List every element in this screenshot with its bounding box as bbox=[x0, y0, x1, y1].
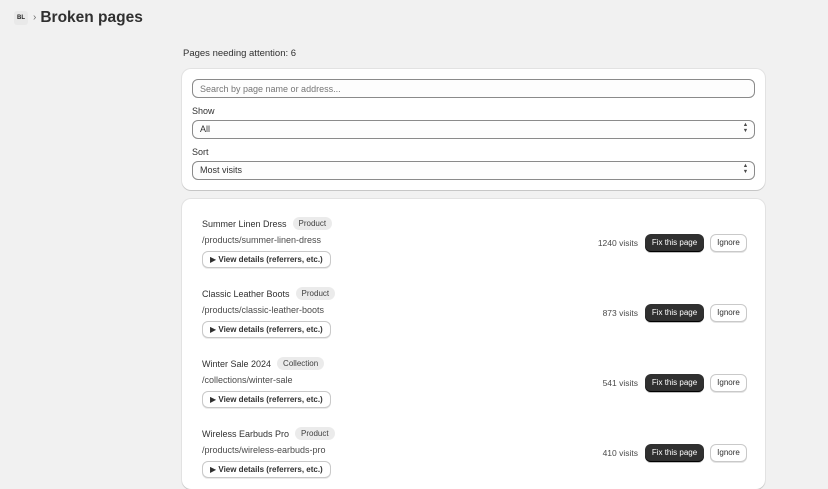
page-name: Wireless Earbuds Pro bbox=[202, 428, 290, 439]
show-select-value: All bbox=[200, 124, 211, 134]
page-name: Classic Leather Boots bbox=[202, 288, 290, 299]
sort-select-value: Most visits bbox=[200, 165, 243, 175]
list-item: Classic Leather Boots Product /products/… bbox=[202, 269, 747, 339]
view-details-button[interactable]: ▶ View details (referrers, etc.) bbox=[202, 321, 331, 338]
page-path: /products/wireless-earbuds-pro bbox=[202, 445, 326, 455]
visit-count: 873 visits bbox=[602, 308, 638, 318]
fix-page-button[interactable]: Fix this page bbox=[645, 374, 704, 392]
sort-select[interactable]: Most visits ▲ ▼ bbox=[192, 161, 755, 180]
search-input[interactable] bbox=[192, 79, 755, 98]
select-chevrons-icon: ▲ ▼ bbox=[742, 122, 749, 134]
view-details-button[interactable]: ▶ View details (referrers, etc.) bbox=[202, 391, 331, 408]
page-path: /products/classic-leather-boots bbox=[202, 305, 325, 315]
ignore-button[interactable]: Ignore bbox=[710, 444, 747, 462]
fix-page-button[interactable]: Fix this page bbox=[645, 304, 704, 322]
show-label: Show bbox=[192, 106, 215, 116]
page-type-badge: Product bbox=[295, 287, 336, 300]
show-select[interactable]: All ▲ ▼ bbox=[192, 120, 755, 139]
filter-card: Show All ▲▼ Sort Most visits ▲▼ bbox=[182, 69, 765, 190]
page-type-badge: Collection bbox=[277, 357, 325, 370]
page-type-badge: Product bbox=[292, 217, 333, 230]
ignore-button[interactable]: Ignore bbox=[710, 374, 747, 392]
breadcrumb-chevron-icon: › bbox=[33, 12, 37, 23]
page-path: /products/summer-linen-dress bbox=[202, 235, 322, 245]
visit-count: 541 visits bbox=[602, 378, 638, 388]
pages-needing-attention-count: Pages needing attention: 6 bbox=[183, 48, 297, 59]
page-header: BL › Broken pages bbox=[14, 9, 143, 27]
broken-pages-list: Summer Linen Dress Product /products/sum… bbox=[182, 199, 765, 489]
page-name: Winter Sale 2024 bbox=[202, 358, 272, 369]
ignore-button[interactable]: Ignore bbox=[710, 304, 747, 322]
visit-count: 410 visits bbox=[602, 448, 638, 458]
fix-page-button[interactable]: Fix this page bbox=[645, 234, 704, 252]
ignore-button[interactable]: Ignore bbox=[710, 234, 747, 252]
app-logo-icon[interactable]: BL bbox=[14, 11, 28, 25]
view-details-button[interactable]: ▶ View details (referrers, etc.) bbox=[202, 461, 331, 478]
page-name: Summer Linen Dress bbox=[202, 218, 287, 229]
select-chevrons-icon: ▲ ▼ bbox=[742, 163, 749, 175]
page-title: Broken pages bbox=[40, 9, 143, 26]
list-item: Winter Sale 2024 Collection /collections… bbox=[202, 339, 747, 409]
sort-label: Sort bbox=[192, 147, 209, 157]
page-path: /collections/winter-sale bbox=[202, 375, 293, 385]
list-item: Wireless Earbuds Pro Product /products/w… bbox=[202, 409, 747, 479]
page-type-badge: Product bbox=[295, 427, 335, 440]
list-item: Summer Linen Dress Product /products/sum… bbox=[202, 199, 747, 269]
visit-count: 1240 visits bbox=[597, 238, 638, 248]
view-details-button[interactable]: ▶ View details (referrers, etc.) bbox=[202, 251, 331, 268]
fix-page-button[interactable]: Fix this page bbox=[645, 444, 704, 462]
